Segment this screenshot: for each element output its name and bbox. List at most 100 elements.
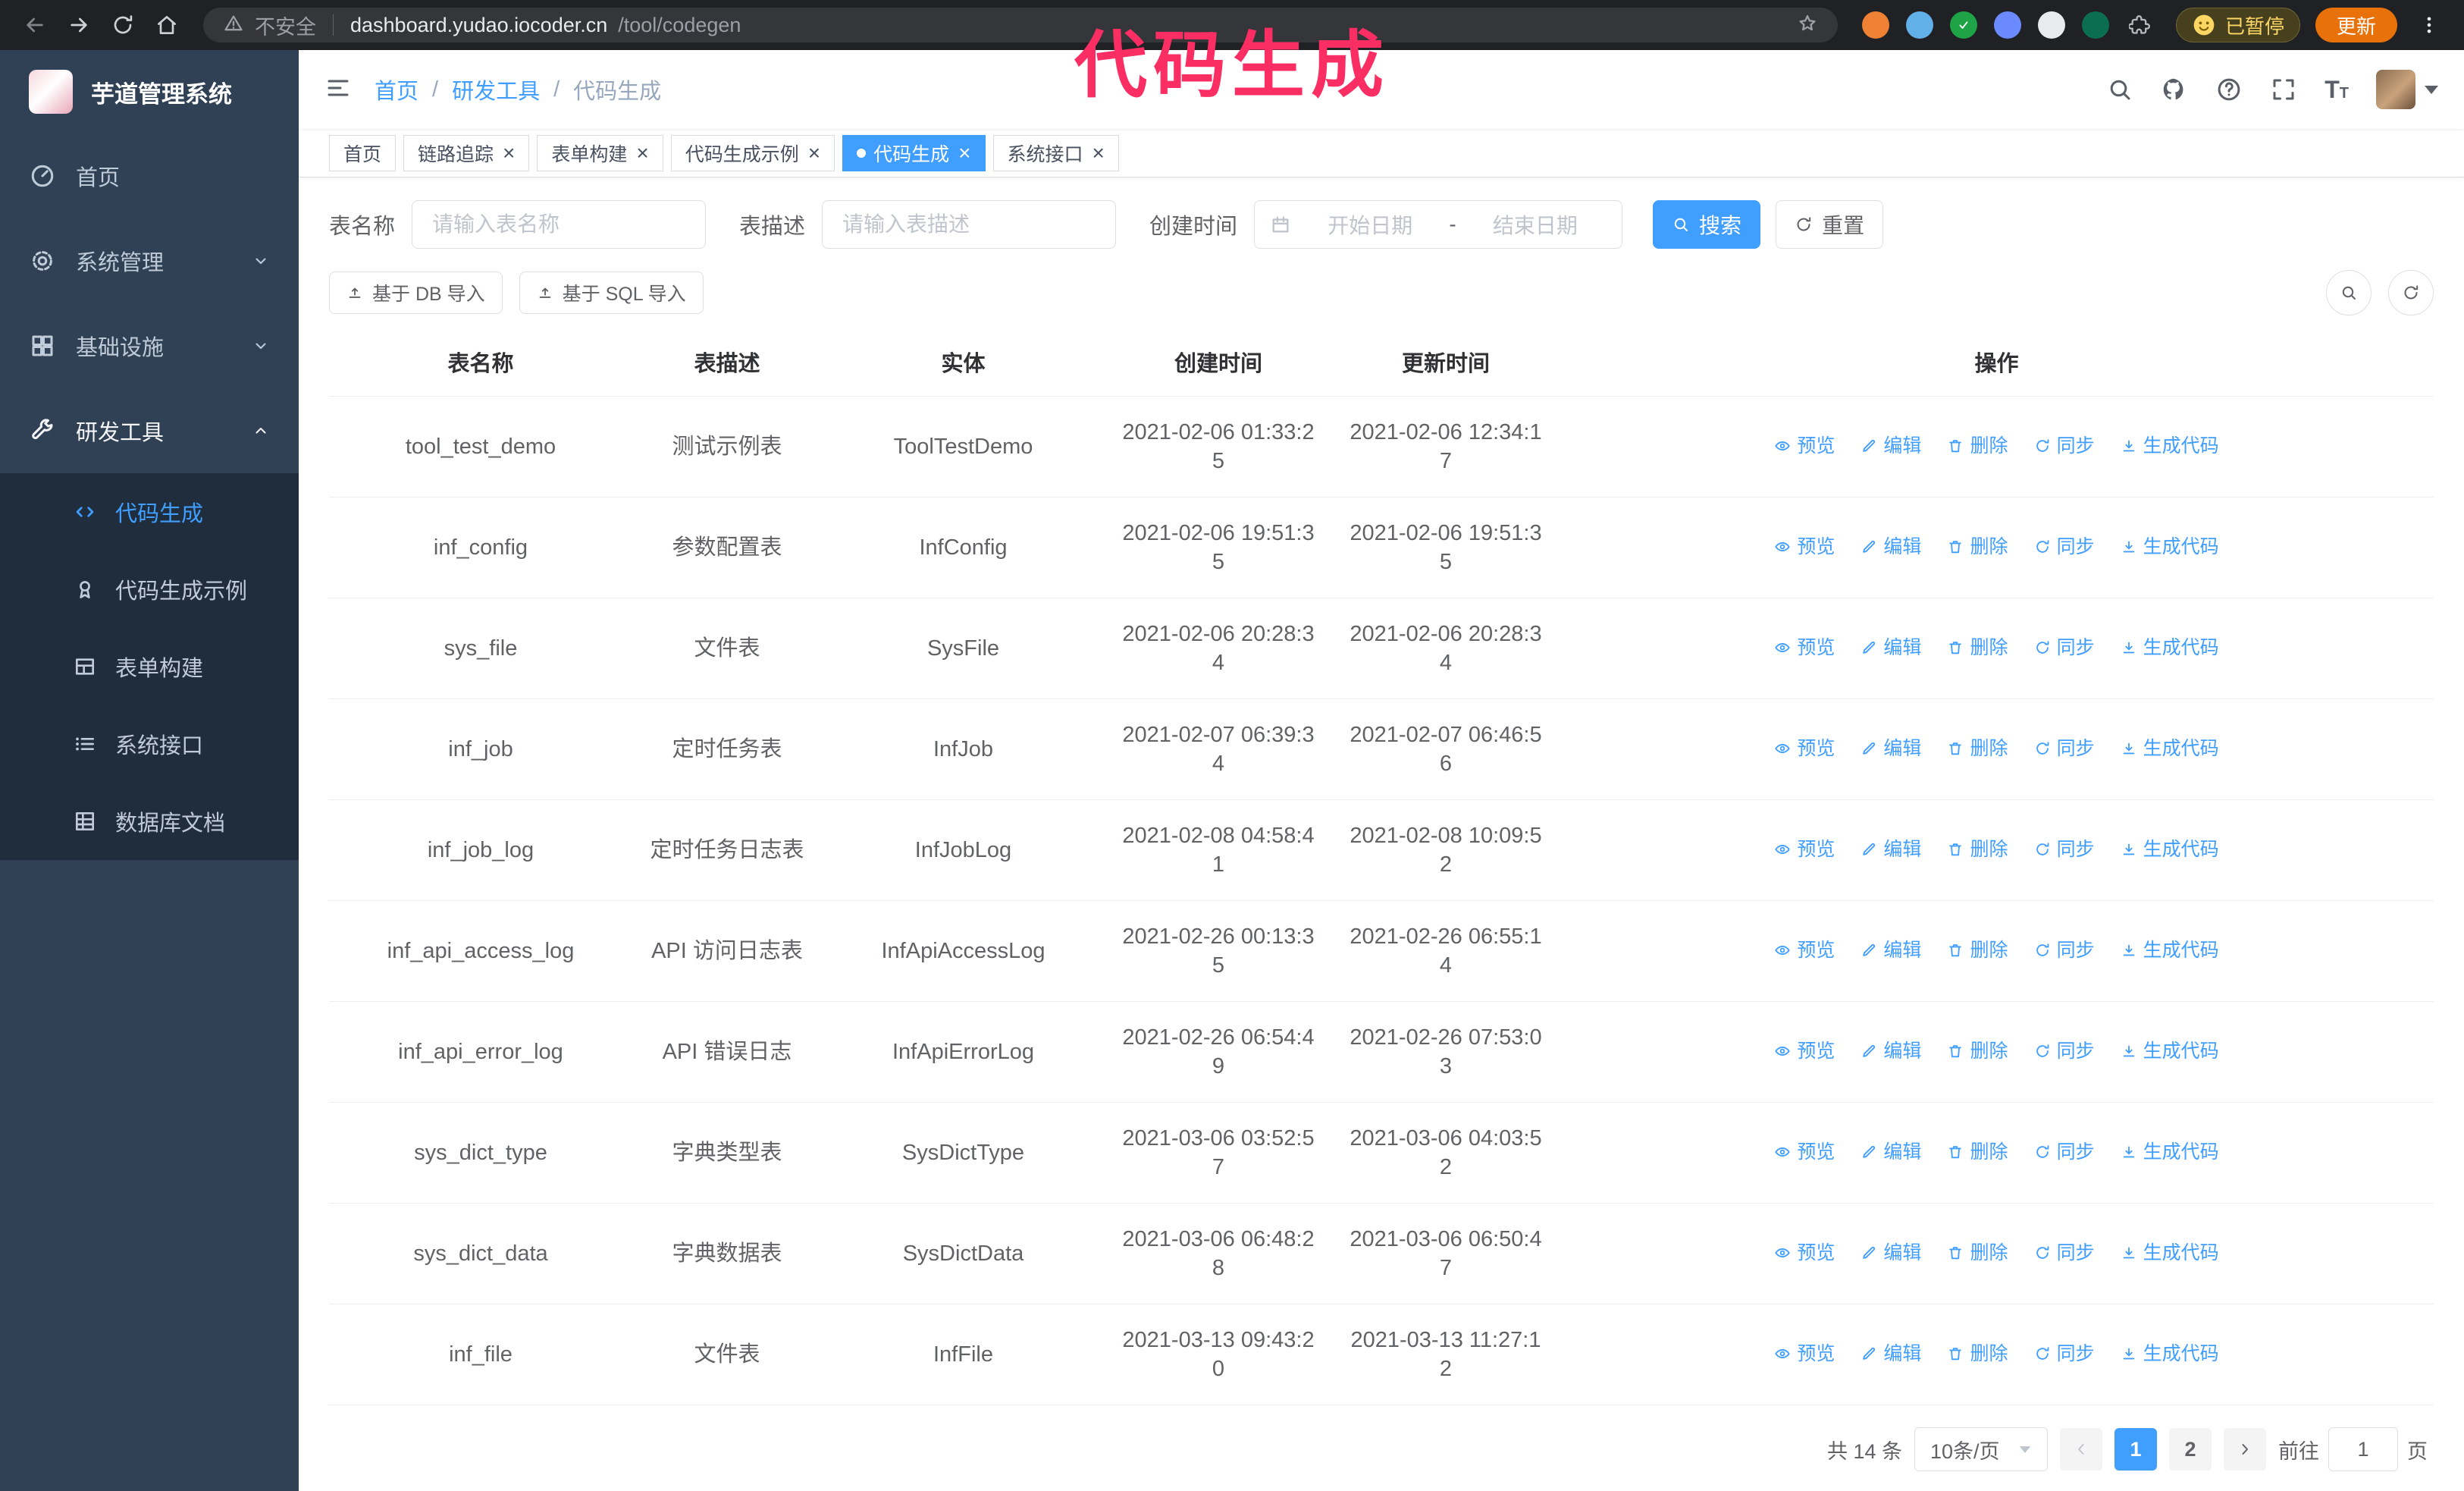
sync-link[interactable]: 同步	[2034, 633, 2095, 662]
goto-page-input[interactable]	[2328, 1427, 2398, 1471]
sync-link[interactable]: 同步	[2034, 432, 2095, 460]
font-size-icon[interactable]: TT	[2324, 76, 2349, 104]
tab-close-icon[interactable]: ×	[636, 142, 648, 164]
page-button-1[interactable]: 1	[2114, 1428, 2157, 1471]
sidebar-item-infra[interactable]: 基础设施	[0, 303, 299, 388]
prev-page-button[interactable]	[2060, 1428, 2102, 1471]
preview-link[interactable]: 预览	[1774, 532, 1835, 561]
forward-button[interactable]	[59, 5, 99, 45]
sidebar-item-form-builder[interactable]: 表单构建	[0, 628, 299, 705]
user-menu[interactable]	[2376, 70, 2438, 109]
generate-code-link[interactable]: 生成代码	[2121, 1238, 2219, 1267]
generate-code-link[interactable]: 生成代码	[2121, 835, 2219, 864]
bookmark-star-icon[interactable]	[1797, 13, 1818, 38]
edit-link[interactable]: 编辑	[1861, 532, 1921, 561]
url-bar[interactable]: 不安全 dashboard.yudao.iocoder.cn /tool/cod…	[203, 8, 1838, 42]
tab-home[interactable]: 首页	[329, 134, 397, 171]
sidebar-item-system[interactable]: 系统管理	[0, 218, 299, 303]
preview-link[interactable]: 预览	[1774, 1238, 1835, 1267]
preview-link[interactable]: 预览	[1774, 1037, 1835, 1066]
sidebar-item-db-doc[interactable]: 数据库文档	[0, 783, 299, 860]
edit-link[interactable]: 编辑	[1861, 936, 1921, 965]
delete-link[interactable]: 删除	[1947, 1138, 2008, 1166]
sync-link[interactable]: 同步	[2034, 1037, 2095, 1066]
hamburger-icon[interactable]	[324, 74, 352, 105]
table-desc-input[interactable]	[822, 200, 1117, 249]
date-range-picker[interactable]: 开始日期 - 结束日期	[1254, 200, 1623, 249]
tab-close-icon[interactable]: ×	[503, 142, 515, 164]
preview-link[interactable]: 预览	[1774, 1339, 1835, 1368]
sidebar-item-devtools[interactable]: 研发工具	[0, 388, 299, 473]
extensions-puzzle-icon[interactable]	[2126, 11, 2153, 39]
tab-codegen[interactable]: 代码生成 ×	[842, 134, 986, 171]
generate-code-link[interactable]: 生成代码	[2121, 936, 2219, 965]
search-icon[interactable]	[2106, 76, 2133, 103]
sync-link[interactable]: 同步	[2034, 1138, 2095, 1166]
generate-code-link[interactable]: 生成代码	[2121, 1037, 2219, 1066]
sidebar-item-codegen-example[interactable]: 代码生成示例	[0, 551, 299, 628]
tab-form-builder[interactable]: 表单构建 ×	[537, 134, 663, 171]
delete-link[interactable]: 删除	[1947, 532, 2008, 561]
chrome-update-button[interactable]: 更新	[2315, 8, 2397, 42]
preview-link[interactable]: 预览	[1774, 734, 1835, 763]
extension-icon-blue[interactable]	[1905, 11, 1933, 39]
edit-link[interactable]: 编辑	[1861, 1037, 1921, 1066]
delete-link[interactable]: 删除	[1947, 1339, 2008, 1368]
tab-close-icon[interactable]: ×	[808, 142, 820, 164]
generate-code-link[interactable]: 生成代码	[2121, 734, 2219, 763]
delete-link[interactable]: 删除	[1947, 1238, 2008, 1267]
delete-link[interactable]: 删除	[1947, 936, 2008, 965]
breadcrumb-home[interactable]: 首页	[375, 74, 419, 105]
generate-code-link[interactable]: 生成代码	[2121, 1339, 2219, 1368]
kebab-menu-icon[interactable]	[2409, 5, 2449, 45]
generate-code-link[interactable]: 生成代码	[2121, 1138, 2219, 1166]
search-button[interactable]: 搜索	[1653, 200, 1761, 249]
start-date-input[interactable]: 开始日期	[1299, 209, 1441, 240]
import-db-button[interactable]: 基于 DB 导入	[329, 272, 503, 314]
fullscreen-icon[interactable]	[2270, 76, 2297, 103]
page-button-2[interactable]: 2	[2169, 1428, 2212, 1471]
profile-paused-badge[interactable]: 已暂停	[2175, 8, 2300, 42]
sync-link[interactable]: 同步	[2034, 835, 2095, 864]
preview-link[interactable]: 预览	[1774, 1138, 1835, 1166]
extension-icon-green-check[interactable]	[1949, 11, 1977, 39]
edit-link[interactable]: 编辑	[1861, 1339, 1921, 1368]
edit-link[interactable]: 编辑	[1861, 835, 1921, 864]
tab-close-icon[interactable]: ×	[1092, 142, 1105, 164]
tab-api[interactable]: 系统接口 ×	[992, 134, 1119, 171]
preview-link[interactable]: 预览	[1774, 835, 1835, 864]
preview-link[interactable]: 预览	[1774, 633, 1835, 662]
back-button[interactable]	[15, 5, 55, 45]
sidebar-item-home[interactable]: 首页	[0, 133, 299, 218]
import-sql-button[interactable]: 基于 SQL 导入	[519, 272, 704, 314]
reset-button[interactable]: 重置	[1776, 200, 1884, 249]
delete-link[interactable]: 删除	[1947, 734, 2008, 763]
sync-link[interactable]: 同步	[2034, 1339, 2095, 1368]
breadcrumb-devtools[interactable]: 研发工具	[452, 74, 540, 105]
edit-link[interactable]: 编辑	[1861, 1138, 1921, 1166]
home-button[interactable]	[147, 5, 187, 45]
tab-close-icon[interactable]: ×	[958, 142, 970, 164]
page-size-select[interactable]: 10条/页	[1914, 1427, 2048, 1471]
generate-code-link[interactable]: 生成代码	[2121, 633, 2219, 662]
next-page-button[interactable]	[2224, 1428, 2266, 1471]
end-date-input[interactable]: 结束日期	[1464, 209, 1607, 240]
preview-link[interactable]: 预览	[1774, 936, 1835, 965]
sync-link[interactable]: 同步	[2034, 936, 2095, 965]
delete-link[interactable]: 删除	[1947, 633, 2008, 662]
sidebar-item-api[interactable]: 系统接口	[0, 705, 299, 783]
app-logo[interactable]: 芋道管理系统	[0, 50, 299, 133]
extension-icon-darkgreen[interactable]	[2081, 11, 2109, 39]
sync-link[interactable]: 同步	[2034, 734, 2095, 763]
tab-codegen-example[interactable]: 代码生成示例 ×	[670, 134, 835, 171]
edit-link[interactable]: 编辑	[1861, 734, 1921, 763]
reload-button[interactable]	[103, 5, 143, 45]
delete-link[interactable]: 删除	[1947, 432, 2008, 460]
question-icon[interactable]	[2215, 76, 2243, 103]
generate-code-link[interactable]: 生成代码	[2121, 432, 2219, 460]
table-name-input[interactable]	[412, 200, 707, 249]
sync-link[interactable]: 同步	[2034, 1238, 2095, 1267]
extension-icon-people[interactable]	[1993, 11, 2021, 39]
tab-tracing[interactable]: 链路追踪 ×	[403, 134, 530, 171]
edit-link[interactable]: 编辑	[1861, 1238, 1921, 1267]
